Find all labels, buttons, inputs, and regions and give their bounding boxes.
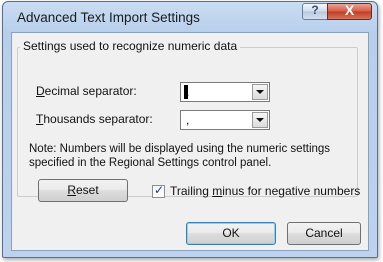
trailing-minus-label-before: Trailing: [170, 184, 213, 198]
thousands-separator-value: ,: [186, 113, 190, 127]
chevron-down-icon[interactable]: [252, 112, 268, 128]
reset-mnemonic: R: [67, 183, 76, 197]
group-label: Settings used to recognize numeric data: [20, 39, 241, 53]
cancel-button[interactable]: Cancel: [287, 222, 361, 245]
decimal-separator-label: Decimal separator:: [36, 84, 137, 98]
decimal-separator-combobox[interactable]: .: [180, 82, 270, 102]
trailing-minus-checkbox[interactable]: [152, 183, 165, 198]
reset-button[interactable]: Reset: [38, 179, 128, 202]
help-icon: ?: [311, 3, 319, 17]
reset-label: eset: [75, 183, 99, 197]
dialog-body: Settings used to recognize numeric data …: [11, 32, 369, 251]
trailing-minus-label[interactable]: Trailing minus for negative numbers: [170, 184, 360, 198]
trailing-minus-mnemonic: m: [212, 184, 223, 198]
decimal-label-text: ecimal separator:: [44, 84, 137, 98]
decimal-separator-value: .: [186, 85, 190, 99]
title-bar[interactable]: Advanced Text Import Settings ? X: [3, 2, 377, 32]
thousands-separator-label: Thousands separator:: [36, 112, 153, 126]
dialog-title: Advanced Text Import Settings: [17, 10, 200, 25]
numeric-settings-group: Settings used to recognize numeric data …: [17, 39, 358, 197]
thousands-label-text: housands separator:: [43, 112, 153, 126]
close-icon: X: [344, 2, 355, 18]
chevron-down-icon[interactable]: [252, 84, 268, 100]
advanced-text-import-settings-dialog: Advanced Text Import Settings ? X Settin…: [2, 1, 378, 258]
trailing-minus-label-after: inus for negative numbers: [222, 184, 361, 198]
regional-settings-note: Note: Numbers will be displayed using th…: [29, 143, 331, 169]
decimal-mnemonic: D: [36, 84, 45, 98]
thousands-separator-combobox[interactable]: ,: [180, 110, 270, 130]
help-button[interactable]: ?: [302, 3, 328, 20]
close-button[interactable]: X: [327, 2, 372, 20]
ok-button[interactable]: OK: [186, 222, 276, 245]
